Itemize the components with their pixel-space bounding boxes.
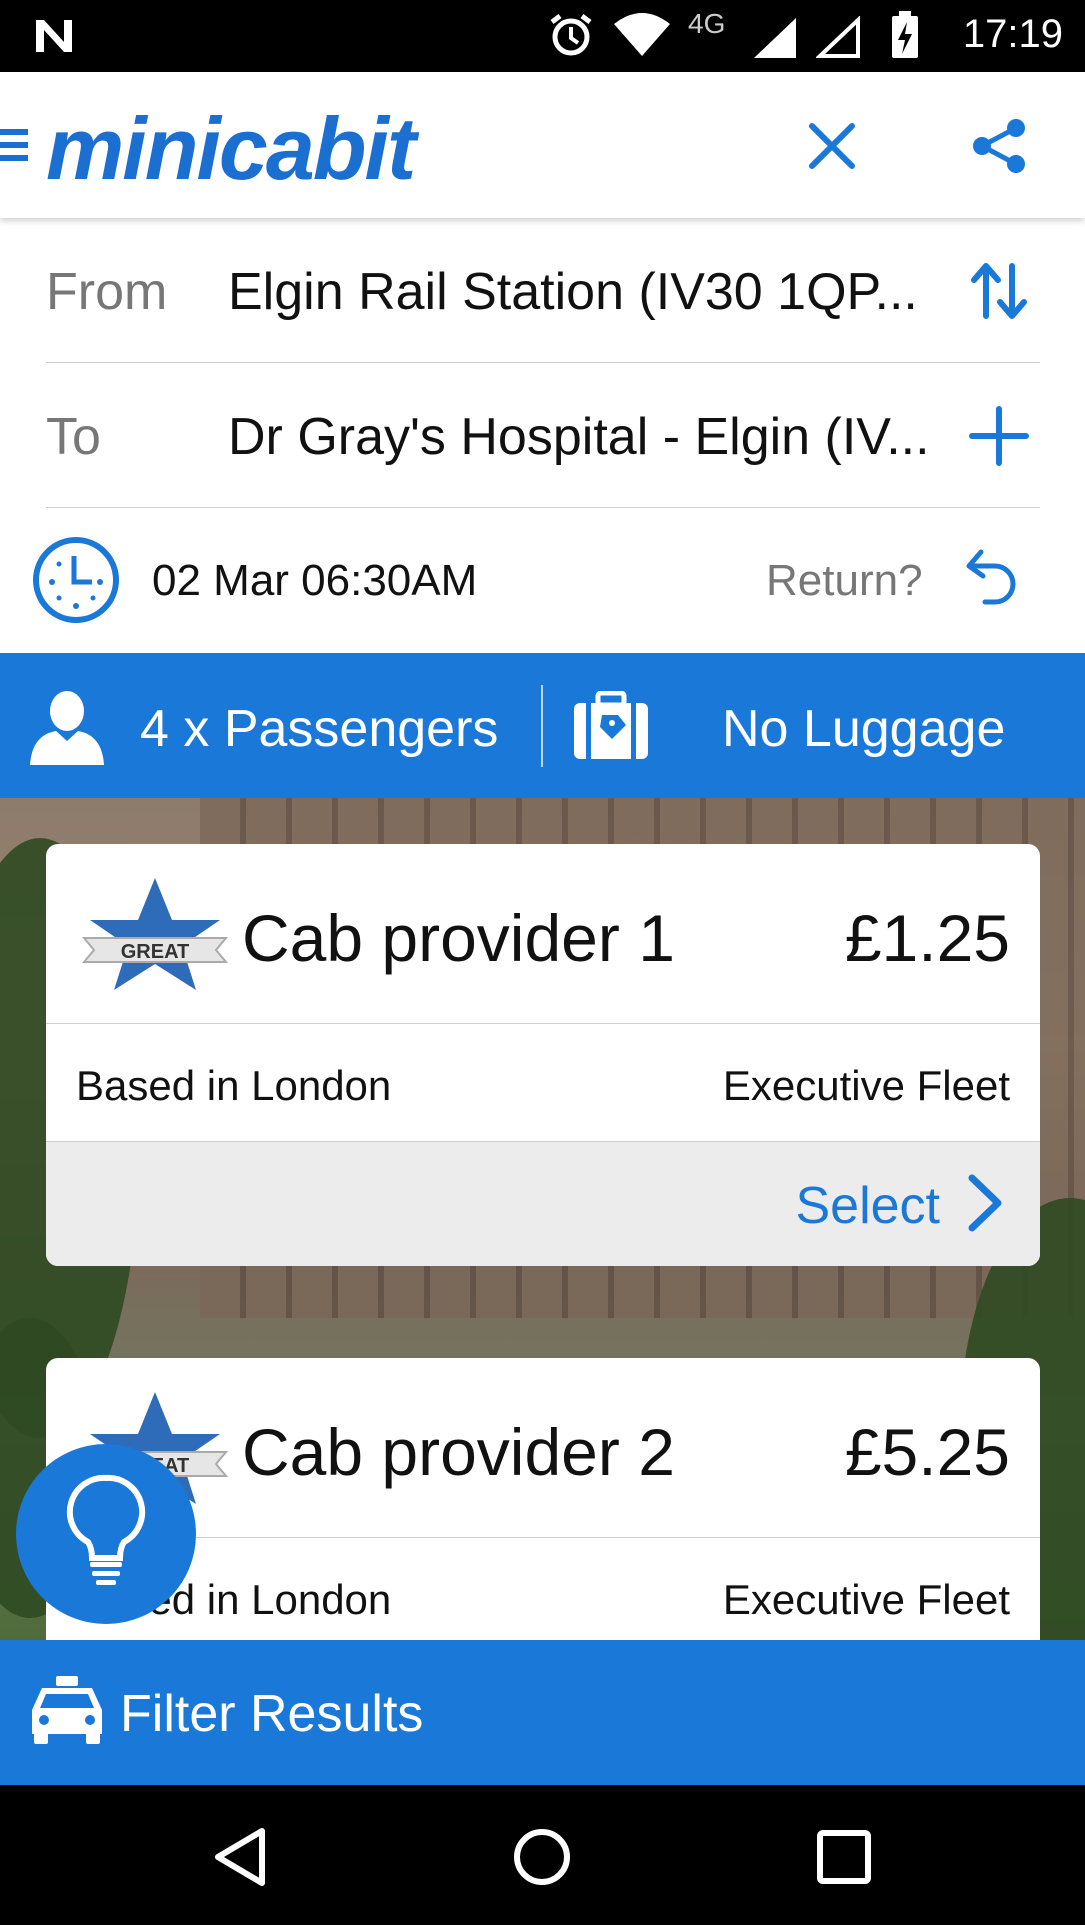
from-label: From (46, 263, 168, 321)
from-value[interactable]: Elgin Rail Station (IV30 1QP... (228, 262, 918, 322)
great-rating-star-icon: GREAT (81, 878, 229, 990)
battery-charging-icon (892, 11, 918, 58)
recent-apps-icon[interactable] (814, 1825, 874, 1889)
luggage-icon[interactable] (572, 691, 650, 761)
pickup-datetime[interactable]: 02 Mar 06:30AM (152, 556, 477, 606)
lightbulb-icon[interactable] (66, 1474, 146, 1590)
passengers-bar: 4 x Passengers No Luggage (0, 653, 1085, 798)
select-provider-button[interactable]: Select (46, 1142, 1040, 1266)
from-row[interactable]: From Elgin Rail Station (IV30 1QP... (46, 218, 1040, 363)
status-bar: 4G 17:19 (0, 0, 1085, 72)
journey-panel: From Elgin Rail Station (IV30 1QP... To … (0, 218, 1085, 653)
provider-location: Based in London (76, 1062, 392, 1109)
signal-strength-icon (754, 18, 796, 58)
chevron-right-icon[interactable] (964, 1172, 1006, 1234)
badge-text: GREAT (121, 941, 190, 963)
filter-results-label[interactable]: Filter Results (120, 1684, 423, 1744)
network-type: 4G (688, 8, 726, 39)
provider-price: £1.25 (844, 901, 1010, 975)
provider-name: Cab provider 1 (242, 901, 675, 975)
provider-card-header: GREAT Cab provider 2 £5.25 (46, 1358, 1040, 1538)
to-label: To (46, 408, 101, 466)
back-icon[interactable] (210, 1825, 270, 1889)
app-bar: minicabit (0, 72, 1085, 218)
provider-card[interactable]: GREAT Cab provider 2 £5.25 Based in Lond… (46, 1358, 1040, 1658)
provider-card[interactable]: GREAT Cab provider 1 £1.25 Based in Lond… (46, 844, 1040, 1266)
clock-icon[interactable] (30, 534, 122, 626)
provider-price: £5.25 (844, 1415, 1010, 1489)
signal-strength-2-icon (816, 16, 860, 58)
provider-fleet: Executive Fleet (722, 1062, 1010, 1109)
luggage-text[interactable]: No Luggage (722, 699, 1005, 759)
tips-fab-button[interactable] (16, 1444, 196, 1624)
app-logo: minicabit (46, 99, 416, 198)
passengers-count[interactable]: 4 x Passengers (140, 699, 498, 759)
share-icon[interactable] (970, 116, 1030, 176)
passenger-icon[interactable] (28, 689, 106, 765)
to-row[interactable]: To Dr Gray's Hospital - Elgin (IV... (46, 363, 1040, 508)
to-value[interactable]: Dr Gray's Hospital - Elgin (IV... (228, 407, 930, 467)
select-label[interactable]: Select (795, 1176, 940, 1236)
return-label[interactable]: Return? (766, 556, 923, 606)
filter-results-bar[interactable]: Filter Results (0, 1640, 1085, 1785)
provider-info: Based in London Executive Fleet (46, 1538, 1040, 1656)
swap-icon[interactable] (966, 258, 1032, 324)
add-stop-icon[interactable] (966, 403, 1032, 469)
home-icon[interactable] (512, 1825, 572, 1889)
menu-icon[interactable] (0, 127, 30, 163)
close-icon[interactable] (806, 120, 858, 172)
system-nav-bar (0, 1785, 1085, 1925)
notification-n-icon (36, 20, 72, 52)
clock-time: 17:19 (962, 12, 1063, 56)
divider (541, 685, 543, 767)
provider-card-header: GREAT Cab provider 1 £1.25 (46, 844, 1040, 1024)
provider-fleet: Executive Fleet (722, 1576, 1010, 1623)
provider-name: Cab provider 2 (242, 1415, 675, 1489)
provider-info: Based in London Executive Fleet (46, 1024, 1040, 1142)
wifi-icon (614, 13, 670, 56)
taxi-icon[interactable] (28, 1674, 106, 1746)
alarm-icon (550, 14, 592, 56)
return-icon[interactable] (965, 546, 1021, 606)
